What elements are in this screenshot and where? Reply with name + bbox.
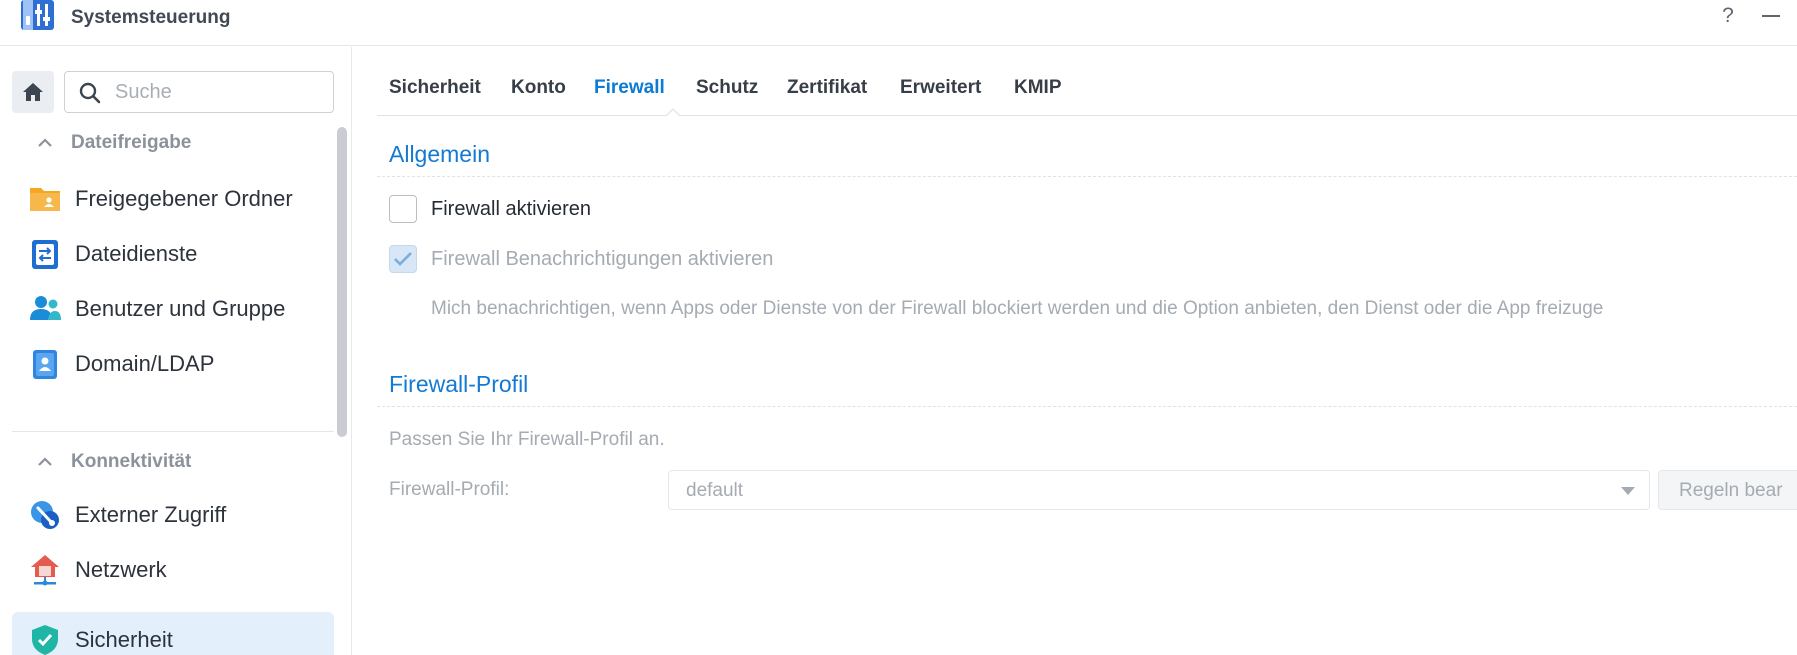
control-panel-icon bbox=[21, 0, 54, 30]
notifications-description: Mich benachrichtigen, wenn Apps oder Die… bbox=[431, 298, 1604, 319]
help-button[interactable]: ? bbox=[1716, 4, 1740, 30]
sidebar-item-label: Benutzer und Gruppe bbox=[75, 296, 286, 321]
enable-firewall-label[interactable]: Firewall aktivieren bbox=[431, 198, 591, 221]
sidebar-item-user-group[interactable]: Benutzer und Gruppe bbox=[12, 281, 334, 337]
section-title-general: Allgemein bbox=[389, 141, 490, 167]
domain-ldap-icon bbox=[33, 350, 57, 379]
tab-erweitert[interactable]: Erweitert bbox=[900, 77, 981, 99]
sidebar-item-label: Sicherheit bbox=[75, 627, 173, 652]
section-divider bbox=[377, 406, 1797, 407]
firewall-profile-value: default bbox=[686, 480, 744, 501]
section-header-dateifreigabe[interactable]: Dateifreigabe bbox=[36, 128, 191, 158]
sidebar-item-label: Externer Zugriff bbox=[75, 502, 227, 527]
sidebar-item-label: Netzwerk bbox=[75, 557, 167, 582]
tab-kmip[interactable]: KMIP bbox=[1014, 77, 1062, 99]
enable-firewall-checkbox[interactable] bbox=[389, 195, 417, 223]
network-icon bbox=[31, 555, 59, 586]
active-tab-indicator bbox=[666, 108, 680, 116]
section-label: Konnektivität bbox=[71, 451, 192, 472]
search-box[interactable] bbox=[64, 71, 334, 113]
user-group-icon bbox=[30, 296, 61, 320]
sidebar-item-external-access[interactable]: Externer Zugriff bbox=[12, 487, 334, 543]
tab-zertifikat[interactable]: Zertifikat bbox=[787, 77, 867, 99]
chevron-up-icon bbox=[38, 457, 52, 466]
window-title: Systemsteuerung bbox=[71, 7, 231, 28]
tab-firewall[interactable]: Firewall bbox=[594, 77, 665, 99]
section-label: Dateifreigabe bbox=[71, 132, 192, 153]
checkmark-icon bbox=[394, 252, 412, 266]
enable-firewall-row[interactable]: Firewall aktivieren bbox=[389, 195, 591, 223]
minimize-button[interactable] bbox=[1762, 15, 1780, 17]
firewall-profile-select: default bbox=[668, 470, 1650, 510]
security-shield-icon bbox=[32, 625, 58, 655]
sidebar-item-shared-folder[interactable]: Freigegebener Ordner bbox=[12, 171, 334, 227]
shared-folder-icon bbox=[30, 188, 60, 211]
tab-bar: Sicherheit Konto Firewall Schutz Zertifi… bbox=[377, 47, 1797, 116]
firewall-notifications-checkbox bbox=[389, 245, 417, 273]
sidebar-item-file-services[interactable]: Dateidienste bbox=[12, 226, 334, 282]
search-input[interactable] bbox=[115, 80, 325, 104]
firewall-profile-label: Firewall-Profil: bbox=[389, 479, 510, 500]
section-header-konnektivitaet[interactable]: Konnektivität bbox=[36, 447, 191, 477]
edit-rules-button: Regeln bear bbox=[1658, 470, 1797, 510]
sidebar-item-network[interactable]: Netzwerk bbox=[12, 542, 334, 598]
external-access-icon bbox=[31, 501, 59, 529]
chevron-down-icon bbox=[1621, 487, 1635, 495]
title-bar: Systemsteuerung ? bbox=[0, 0, 1797, 46]
main-panel: Sicherheit Konto Firewall Schutz Zertifi… bbox=[353, 47, 1797, 655]
tab-konto[interactable]: Konto bbox=[511, 77, 566, 99]
sidebar-item-label: Dateidienste bbox=[75, 241, 198, 266]
sidebar-item-label: Freigegebener Ordner bbox=[75, 186, 293, 211]
edit-rules-label: Regeln bear bbox=[1679, 480, 1783, 501]
sidebar: Dateifreigabe Freigegebener Ordner Datei… bbox=[0, 47, 352, 655]
sidebar-item-security[interactable]: Sicherheit bbox=[12, 612, 334, 655]
section-divider bbox=[12, 431, 334, 432]
section-title-firewall-profile: Firewall-Profil bbox=[389, 371, 529, 397]
firewall-notifications-label: Firewall Benachrichtigungen aktivieren bbox=[431, 247, 774, 270]
firewall-notifications-row: Firewall Benachrichtigungen aktivieren bbox=[389, 245, 773, 273]
section-divider bbox=[377, 176, 1797, 177]
sidebar-item-label: Domain/LDAP bbox=[75, 351, 215, 376]
sidebar-scrollbar[interactable] bbox=[337, 127, 347, 437]
chevron-up-icon bbox=[38, 138, 52, 147]
profile-hint: Passen Sie Ihr Firewall-Profil an. bbox=[389, 429, 665, 450]
search-icon bbox=[79, 82, 101, 104]
home-icon bbox=[23, 83, 43, 101]
home-button[interactable] bbox=[12, 71, 54, 113]
sidebar-item-domain-ldap[interactable]: Domain/LDAP bbox=[12, 336, 334, 392]
tab-sicherheit[interactable]: Sicherheit bbox=[389, 77, 481, 99]
tab-schutz[interactable]: Schutz bbox=[696, 77, 758, 99]
file-services-icon bbox=[32, 240, 58, 269]
